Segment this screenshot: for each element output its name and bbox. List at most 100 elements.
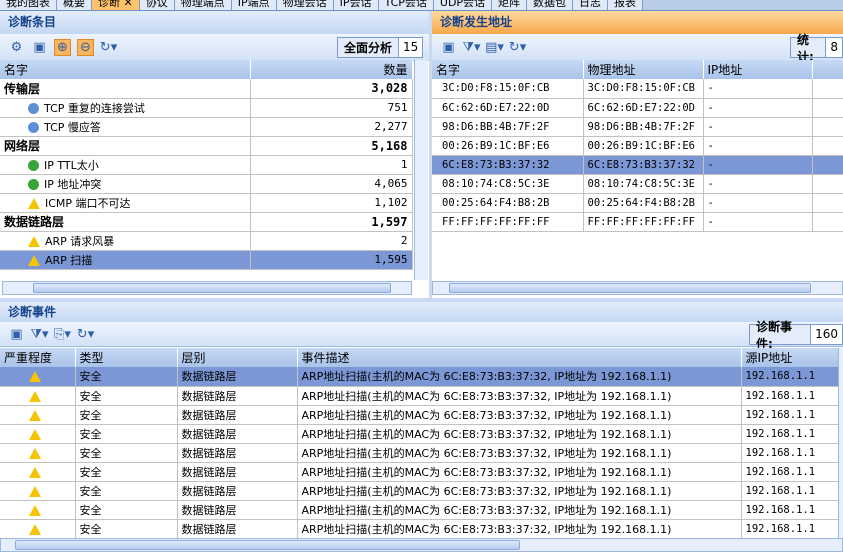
table-row[interactable]: 00:25:64:F4:B8:2B 00:25:64:F4:B8:2B - <box>432 193 843 213</box>
table-row[interactable]: 安全 数据链路层 ARP地址扫描(主机的MAC为 6C:E8:73:B3:37:32… <box>0 405 839 425</box>
name-cell: ICMP 端口不可达 <box>0 193 251 213</box>
warning-icon <box>28 198 40 209</box>
ip-cell: - <box>703 79 813 99</box>
layer-cell: 数据链路层 <box>177 519 298 539</box>
name-cell: 6C:62:6D:E7:22:0D <box>432 98 584 118</box>
col-severity[interactable]: 严重程度 <box>0 348 76 367</box>
table-row[interactable]: 安全 数据链路层 ARP地址扫描(主机的MAC为 6C:E8:73:B3:37:32… <box>0 424 839 444</box>
layer-cell: 数据链路层 <box>177 424 298 444</box>
empty-cell <box>812 174 843 194</box>
panel-title: 诊断事件 <box>0 302 843 322</box>
export-icon[interactable]: ⎘▾ <box>54 326 71 343</box>
type-cell: 安全 <box>75 481 178 501</box>
count-cell: 1 <box>250 155 413 175</box>
vertical-scrollbar[interactable] <box>414 60 428 280</box>
horizontal-scrollbar[interactable] <box>0 538 843 552</box>
description-cell: ARP地址扫描(主机的MAC为 6C:E8:73:B3:37:32, IP地址为… <box>297 386 742 406</box>
table-row[interactable]: 安全 数据链路层 ARP地址扫描(主机的MAC为 6C:E8:73:B3:37:32… <box>0 462 839 482</box>
table-row[interactable]: 08:10:74:C8:5C:3E 08:10:74:C8:5C:3E - <box>432 174 843 194</box>
table-row[interactable]: FF:FF:FF:FF:FF:FF FF:FF:FF:FF:FF:FF - <box>432 212 843 232</box>
tab-12[interactable]: 日志 <box>573 0 609 10</box>
table-row[interactable]: TCP 重复的连接尝试 751 <box>0 98 413 118</box>
table-row[interactable]: 安全 数据链路层 ARP地址扫描(主机的MAC为 6C:E8:73:B3:37:32… <box>0 443 839 463</box>
refresh-icon[interactable]: ↻▾ <box>77 326 94 343</box>
table-row[interactable]: 安全 数据链路层 ARP地址扫描(主机的MAC为 6C:E8:73:B3:37:32… <box>0 386 839 406</box>
filter-icon[interactable]: ⧩▾ <box>30 326 48 343</box>
table-row[interactable]: 3C:D0:F8:15:0F:CB 3C:D0:F8:15:0F:CB - <box>432 79 843 99</box>
remove-icon[interactable]: ⊖ <box>77 38 94 56</box>
col-ip[interactable]: IP地址 <box>703 60 813 79</box>
tab-5[interactable]: IP端点 <box>231 0 277 10</box>
toolbar: ▣ ⧩▾ ⎘▾ ↻▾ 诊断事件: 160 <box>0 320 843 351</box>
refresh-icon[interactable]: ↻▾ <box>509 39 526 56</box>
table-row[interactable]: ARP 扫描 1,595 <box>0 250 413 270</box>
table-row[interactable]: 安全 数据链路层 ARP地址扫描(主机的MAC为 6C:E8:73:B3:37:32… <box>0 367 839 387</box>
col-source-ip[interactable]: 源IP地址 <box>741 348 839 367</box>
table-row[interactable]: TCP 慢应答 2,277 <box>0 117 413 137</box>
tab-2[interactable]: 诊断 ✕ <box>92 0 140 10</box>
col-description[interactable]: 事件描述 <box>297 348 742 367</box>
col-layer[interactable]: 层别 <box>177 348 298 367</box>
tab-11[interactable]: 数据包 <box>527 0 574 10</box>
vertical-scrollbar[interactable] <box>838 348 843 538</box>
add-icon[interactable]: ⊕ <box>54 38 71 56</box>
tab-9[interactable]: UDP会话 <box>433 0 493 10</box>
col-name[interactable]: 名字 <box>0 60 251 79</box>
settings-icon[interactable]: ⚙ <box>8 39 25 56</box>
event-count-label: 诊断事件: <box>756 319 793 351</box>
toolbar: ▣ ⧩▾ ▤▾ ↻▾ 统计: 8 <box>432 33 843 64</box>
tab-7[interactable]: IP会话 <box>333 0 379 10</box>
col-name[interactable]: 名字 <box>432 60 584 79</box>
source-ip-cell: 192.168.1.1 <box>741 367 839 387</box>
table-row[interactable]: ARP 请求风暴 2 <box>0 231 413 251</box>
source-ip-cell: 192.168.1.1 <box>741 519 839 539</box>
tab-13[interactable]: 报表 <box>608 0 644 10</box>
refresh-icon[interactable]: ↻▾ <box>100 39 117 56</box>
warning-icon <box>28 428 41 440</box>
item-name: IP 地址冲突 <box>44 177 102 191</box>
group-row[interactable]: 数据链路层 1,597 <box>0 212 413 232</box>
col-count[interactable]: 数量 <box>250 60 413 79</box>
horizontal-scrollbar[interactable] <box>432 281 843 295</box>
analyze-button[interactable]: 全面分析 15 <box>337 37 424 58</box>
table-row[interactable]: 98:D6:BB:4B:7F:2F 98:D6:BB:4B:7F:2F - <box>432 117 843 137</box>
col-type[interactable]: 类型 <box>75 348 178 367</box>
empty-cell <box>812 79 843 99</box>
save-icon[interactable]: ▣ <box>440 39 457 56</box>
save-icon[interactable]: ▣ <box>31 39 48 56</box>
ip-cell: - <box>703 193 813 213</box>
mac-cell: 00:25:64:F4:B8:2B <box>583 193 704 213</box>
table-row[interactable]: 6C:62:6D:E7:22:0D 6C:62:6D:E7:22:0D - <box>432 98 843 118</box>
tab-4[interactable]: 物理端点 <box>174 0 232 10</box>
name-cell: 数据链路层 <box>0 212 251 232</box>
table-row[interactable]: IP TTL太小 1 <box>0 155 413 175</box>
table-row[interactable]: 00:26:B9:1C:BF:E6 00:26:B9:1C:BF:E6- <box>432 136 843 156</box>
table-row[interactable]: 安全 数据链路层 ARP地址扫描(主机的MAC为 6C:E8:73:B3:37:32… <box>0 481 839 501</box>
tab-8[interactable]: TCP会话 <box>378 0 434 10</box>
table-row[interactable]: IP 地址冲突 4,065 <box>0 174 413 194</box>
tab-0[interactable]: 我的图表 <box>0 0 57 10</box>
tab-6[interactable]: 物理会话 <box>276 0 334 10</box>
tab-10[interactable]: 矩阵 <box>492 0 528 10</box>
filter-icon[interactable]: ⧩▾ <box>462 39 480 56</box>
type-cell: 安全 <box>75 424 178 444</box>
table-row[interactable]: 6C:E8:73:B3:37:32 6C:E8:73:B3:37:32- <box>432 155 843 175</box>
description-cell: ARP地址扫描(主机的MAC为 6C:E8:73:B3:37:32, IP地址为… <box>297 443 742 463</box>
table-row[interactable]: ICMP 端口不可达 1,102 <box>0 193 413 213</box>
table-row[interactable]: 安全 数据链路层 ARP地址扫描(主机的MAC为 6C:E8:73:B3:37:32… <box>0 500 839 520</box>
group-row[interactable]: 传输层 3,028 <box>0 79 413 99</box>
severity-cell <box>0 481 76 501</box>
table-row[interactable]: 安全 数据链路层 ARP地址扫描(主机的MAC为 6C:E8:73:B3:37:32… <box>0 519 839 539</box>
name-cell: 00:26:B9:1C:BF:E6 <box>432 136 584 156</box>
name-cell: IP 地址冲突 <box>0 174 251 194</box>
source-ip-cell: 192.168.1.1 <box>741 386 839 406</box>
empty-cell <box>812 98 843 118</box>
count-cell: 1,597 <box>250 212 413 232</box>
horizontal-scrollbar[interactable] <box>2 281 412 295</box>
tab-1[interactable]: 概要 <box>57 0 92 10</box>
save-icon[interactable]: ▣ <box>8 326 25 343</box>
columns-icon[interactable]: ▤▾ <box>485 39 504 56</box>
group-row[interactable]: 网络层 5,168 <box>0 136 413 156</box>
col-mac[interactable]: 物理地址 <box>583 60 704 79</box>
tab-3[interactable]: 协议 <box>139 0 175 10</box>
